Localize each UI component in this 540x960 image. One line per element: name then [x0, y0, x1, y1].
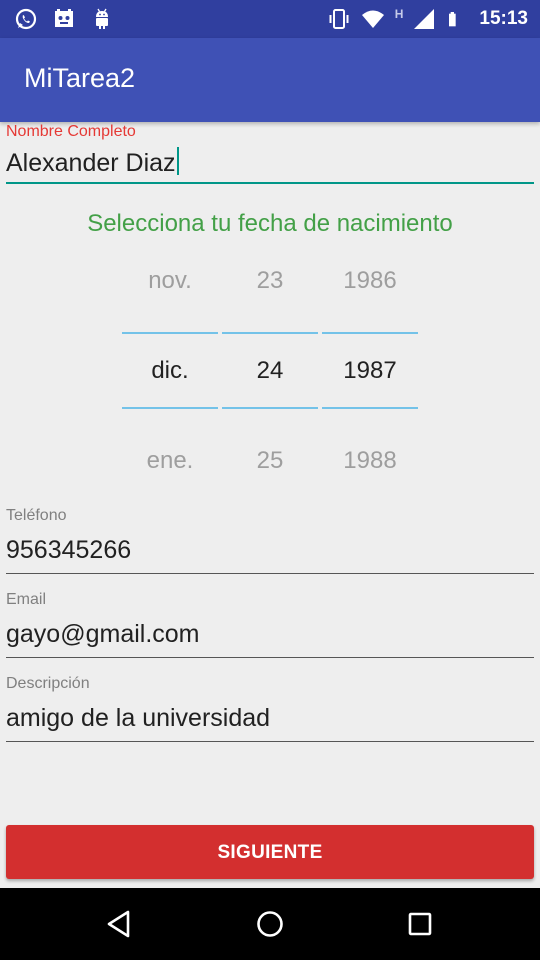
- day-spinner[interactable]: 23 24 25: [222, 255, 318, 485]
- app-bar: MiTarea2: [0, 38, 540, 122]
- day-selected[interactable]: 24: [222, 357, 318, 385]
- year-divider-top: [322, 332, 418, 334]
- date-picker[interactable]: nov. dic. ene. 23 24 25 1986 1987 1988: [122, 255, 418, 485]
- day-next[interactable]: 25: [222, 447, 318, 475]
- android-icon: [96, 8, 108, 29]
- status-time: 15:13: [479, 8, 528, 29]
- day-prev[interactable]: 23: [222, 267, 318, 295]
- description-field-label: Descripción: [6, 675, 90, 692]
- phone-field[interactable]: Teléfono 956345266: [6, 507, 534, 574]
- home-icon[interactable]: [254, 908, 286, 940]
- phone-field-label: Teléfono: [6, 507, 67, 524]
- app-title: MiTarea2: [24, 63, 136, 93]
- month-selected[interactable]: dic.: [122, 357, 218, 385]
- email-input[interactable]: gayo@gmail.com: [6, 619, 534, 649]
- year-next[interactable]: 1988: [322, 447, 418, 475]
- name-field-label: Nombre Completo: [6, 123, 136, 140]
- back-icon[interactable]: [104, 908, 136, 940]
- email-field-underline: [6, 657, 534, 658]
- email-field[interactable]: Email gayo@gmail.com: [6, 591, 534, 658]
- year-spinner[interactable]: 1986 1987 1988: [322, 255, 418, 485]
- whatsapp-icon: [15, 8, 37, 30]
- game-controller-icon: [55, 9, 73, 27]
- month-spinner[interactable]: nov. dic. ene.: [122, 255, 218, 485]
- name-input-value: Alexander Diaz: [6, 149, 176, 177]
- description-field-underline: [6, 741, 534, 742]
- month-next[interactable]: ene.: [122, 447, 218, 475]
- navigation-bar: [0, 888, 540, 960]
- text-cursor: [176, 147, 179, 175]
- email-field-label: Email: [6, 591, 47, 608]
- day-divider-bottom: [222, 407, 318, 409]
- signal-icon: [414, 9, 435, 29]
- year-divider-bottom: [322, 407, 418, 409]
- name-field[interactable]: Nombre Completo Alexander Diaz: [6, 123, 534, 184]
- month-divider-top: [122, 332, 218, 334]
- vibrate-icon: [329, 9, 349, 29]
- next-button[interactable]: SIGUIENTE: [6, 825, 534, 879]
- status-bar: H 15:13: [0, 0, 540, 38]
- battery-icon: [449, 12, 457, 27]
- year-selected[interactable]: 1987: [322, 357, 418, 385]
- phone-input[interactable]: 956345266: [6, 535, 534, 565]
- description-input[interactable]: amigo de la universidad: [6, 703, 534, 733]
- phone-field-underline: [6, 573, 534, 574]
- month-prev[interactable]: nov.: [122, 267, 218, 295]
- network-type-label: H: [394, 7, 404, 21]
- birthdate-prompt: Selecciona tu fecha de nacimiento: [87, 210, 453, 237]
- name-field-underline: [6, 182, 534, 184]
- recents-icon[interactable]: [404, 908, 436, 940]
- wifi-icon: [361, 10, 384, 28]
- year-prev[interactable]: 1986: [322, 267, 418, 295]
- name-input[interactable]: Alexander Diaz: [6, 147, 534, 178]
- day-divider-top: [222, 332, 318, 334]
- description-field[interactable]: Descripción amigo de la universidad: [6, 675, 534, 742]
- month-divider-bottom: [122, 407, 218, 409]
